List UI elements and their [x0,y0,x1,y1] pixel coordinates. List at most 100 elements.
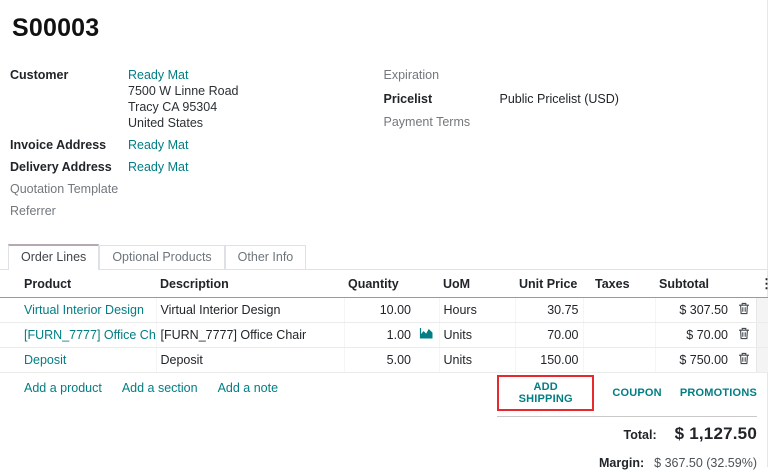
page-title: S00003 [0,12,767,43]
table-row: Deposit Deposit 5.00 Units 150.00 $ 750.… [0,348,768,373]
delete-line-button[interactable] [738,327,750,340]
customer-link[interactable]: Ready Mat [128,68,188,82]
col-header-trash-spacer [732,270,756,298]
product-cell[interactable]: Deposit [0,348,156,373]
description-cell[interactable]: Virtual Interior Design [156,298,344,323]
quantity-cell[interactable]: 5.00 [344,348,415,373]
totals-panel: ADD SHIPPING COUPON PROMOTIONS Total: $ … [497,375,757,470]
invoice-address-link[interactable]: Ready Mat [128,138,188,152]
product-link[interactable]: Virtual Interior Design [24,303,144,317]
subtotal-cell: $ 70.00 [655,323,732,348]
taxes-cell[interactable] [583,298,655,323]
field-customer: Customer Ready Mat 7500 W Linne Road Tra… [10,67,384,131]
tab-optional-products[interactable]: Optional Products [99,245,224,269]
unit-price-cell[interactable]: 150.00 [515,348,583,373]
taxes-cell[interactable] [583,323,655,348]
col-header-subtotal[interactable]: Subtotal [655,270,732,298]
customer-label: Customer [10,67,128,131]
col-header-quantity[interactable]: Quantity [344,270,415,298]
subtotal-cell: $ 307.50 [655,298,732,323]
trash-icon [738,328,750,343]
promotions-button[interactable]: PROMOTIONS [680,387,757,399]
table-row: [FURN_7777] Office Chair [FURN_7777] Off… [0,323,768,348]
trash-icon [738,353,750,368]
product-link[interactable]: [FURN_7777] Office Chair [24,328,156,342]
product-cell[interactable]: Virtual Interior Design [0,298,156,323]
forecast-cell [415,323,439,348]
add-product-link[interactable]: Add a product [24,381,102,395]
pricelist-value[interactable]: Public Pricelist (USD) [500,91,619,107]
trash-icon [738,303,750,318]
pricelist-label: Pricelist [384,91,500,107]
col-header-uom[interactable]: UoM [439,270,515,298]
referrer-label: Referrer [10,203,128,219]
annotation-highlight: ADD SHIPPING [497,375,594,411]
optional-columns-toggle[interactable]: ⋮ [756,270,768,298]
forecast-cell [415,348,439,373]
add-section-link[interactable]: Add a section [122,381,198,395]
uom-cell[interactable]: Units [439,348,515,373]
expiration-label: Expiration [384,67,500,83]
product-link[interactable]: Deposit [24,353,66,367]
col-header-spacer [415,270,439,298]
subtotal-cell: $ 750.00 [655,348,732,373]
margin-row: Margin: $ 367.50 (32.59%) [497,456,757,470]
uom-cell[interactable]: Units [439,323,515,348]
col-header-unit-price[interactable]: Unit Price [515,270,583,298]
invoice-address-label: Invoice Address [10,137,128,153]
toggle-column-cell [756,348,768,373]
field-group-left: Customer Ready Mat 7500 W Linne Road Tra… [0,67,384,225]
address-line: Tracy CA 95304 [128,99,239,115]
table-header-row: Product Description Quantity UoM Unit Pr… [0,270,768,298]
description-cell[interactable]: [FURN_7777] Office Chair [156,323,344,348]
tab-other-info[interactable]: Other Info [225,245,307,269]
order-lines-table: Product Description Quantity UoM Unit Pr… [0,270,768,373]
totals-divider [497,416,757,417]
total-value: $ 1,127.50 [675,424,757,444]
field-referrer: Referrer [10,203,384,219]
table-row: Virtual Interior Design Virtual Interior… [0,298,768,323]
forecast-cell [415,298,439,323]
add-note-link[interactable]: Add a note [218,381,278,395]
quantity-cell[interactable]: 10.00 [344,298,415,323]
order-action-buttons: ADD SHIPPING COUPON PROMOTIONS [497,375,757,411]
delete-line-cell [732,348,756,373]
payment-terms-label: Payment Terms [384,114,500,130]
col-header-description[interactable]: Description [156,270,344,298]
sale-order-form: S00003 Customer Ready Mat 7500 W Linne R… [0,0,767,401]
field-pricelist: Pricelist Public Pricelist (USD) [384,91,768,107]
vertical-ellipsis-icon: ⋮ [760,276,768,291]
field-invoice-address: Invoice Address Ready Mat [10,137,384,153]
toggle-column-cell [756,298,768,323]
delivery-address-label: Delivery Address [10,159,128,175]
address-line: United States [128,115,239,131]
area-chart-icon[interactable] [419,328,434,342]
uom-cell[interactable]: Hours [439,298,515,323]
total-label: Total: [624,428,657,442]
description-cell[interactable]: Deposit [156,348,344,373]
quotation-template-label: Quotation Template [10,181,128,197]
margin-label: Margin: [599,456,644,470]
unit-price-cell[interactable]: 70.00 [515,323,583,348]
quantity-cell[interactable]: 1.00 [344,323,415,348]
field-payment-terms: Payment Terms [384,114,768,130]
add-shipping-button[interactable]: ADD SHIPPING [507,381,584,405]
toggle-column-cell [756,323,768,348]
notebook-tabs: Order Lines Optional Products Other Info [0,244,767,270]
delivery-address-link[interactable]: Ready Mat [128,160,188,174]
col-header-taxes[interactable]: Taxes [583,270,655,298]
unit-price-cell[interactable]: 30.75 [515,298,583,323]
delete-line-cell [732,298,756,323]
tab-order-lines[interactable]: Order Lines [8,244,99,270]
delete-line-button[interactable] [738,302,750,315]
total-row: Total: $ 1,127.50 [497,424,757,444]
customer-address: 7500 W Linne Road Tracy CA 95304 United … [128,83,239,131]
address-line: 7500 W Linne Road [128,83,239,99]
delete-line-button[interactable] [738,352,750,365]
coupon-button[interactable]: COUPON [612,387,661,399]
product-cell[interactable]: [FURN_7777] Office Chair [0,323,156,348]
col-header-product[interactable]: Product [0,270,156,298]
taxes-cell[interactable] [583,348,655,373]
field-quotation-template: Quotation Template [10,181,384,197]
delete-line-cell [732,323,756,348]
